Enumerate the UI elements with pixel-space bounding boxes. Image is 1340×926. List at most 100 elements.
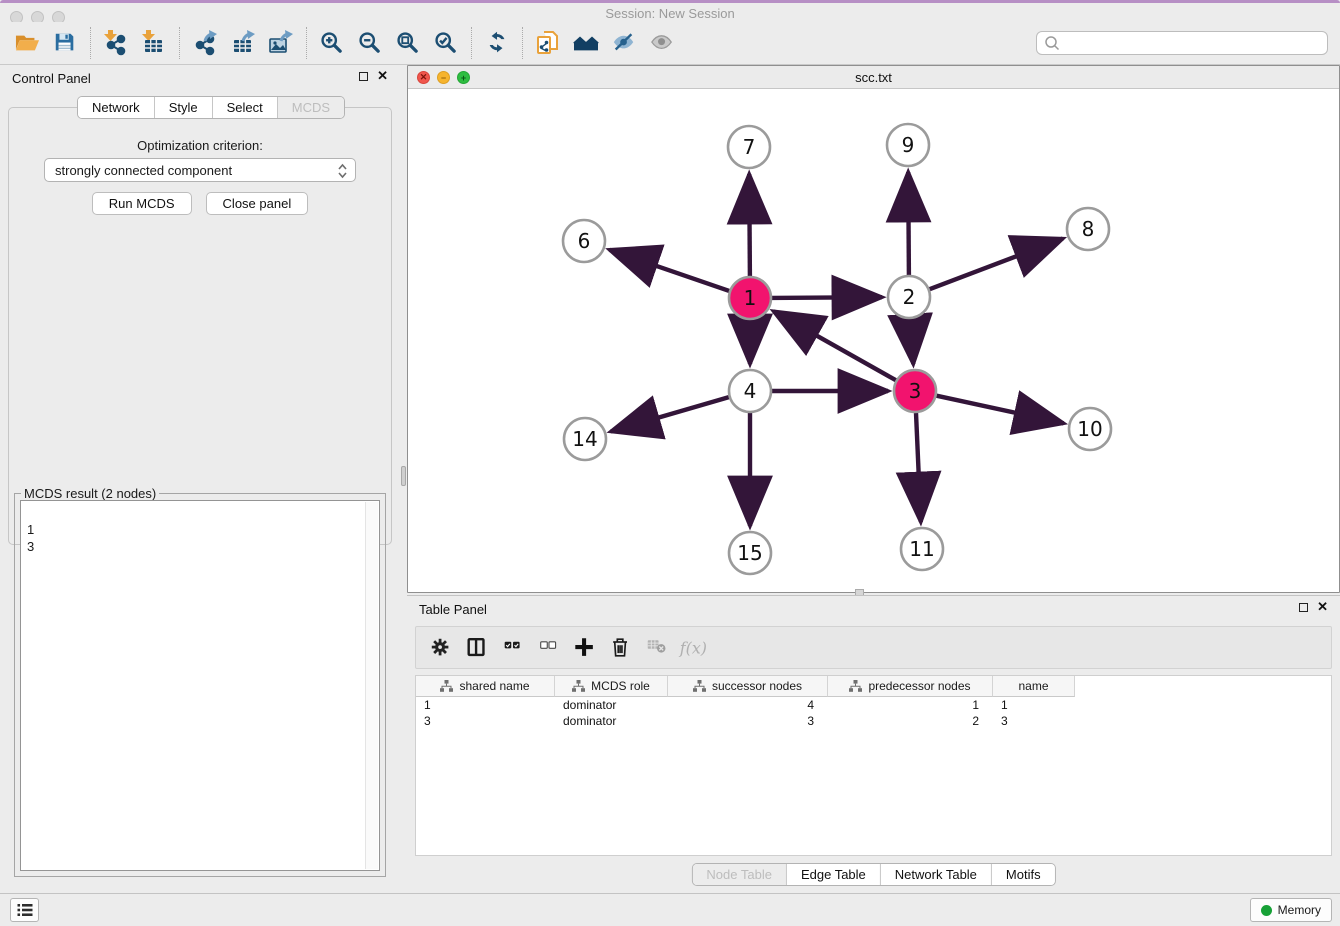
- edge-4-14[interactable]: [611, 397, 729, 431]
- svg-text:6: 6: [578, 229, 591, 253]
- table-tabs: Node TableEdge TableNetwork TableMotifs: [691, 863, 1055, 886]
- edge-1-2[interactable]: [772, 297, 882, 298]
- column-header-predecessor-nodes[interactable]: predecessor nodes: [828, 676, 993, 697]
- zoom-in-icon[interactable]: [313, 25, 351, 61]
- mcds-result-text[interactable]: 13: [20, 500, 380, 871]
- node-8[interactable]: 8: [1067, 208, 1109, 250]
- node-11[interactable]: 11: [901, 528, 943, 570]
- zoom-fit-icon[interactable]: [389, 25, 427, 61]
- table-cell: 3: [993, 713, 1075, 729]
- float-panel-icon[interactable]: [359, 72, 368, 81]
- close-panel-icon[interactable]: ✕: [377, 70, 388, 82]
- import-network-icon[interactable]: [97, 25, 135, 61]
- node-2[interactable]: 2: [888, 276, 930, 318]
- result-scrollbar[interactable]: [365, 502, 378, 869]
- svg-text:14: 14: [572, 427, 597, 451]
- close-panel-button[interactable]: Close panel: [206, 192, 309, 215]
- edge-2-3[interactable]: [910, 319, 913, 364]
- open-icon[interactable]: [8, 25, 46, 61]
- window-title: Session: New Session: [0, 6, 1340, 21]
- memory-button[interactable]: Memory: [1250, 898, 1332, 922]
- import-table-icon[interactable]: [135, 25, 173, 61]
- tab-mcds[interactable]: MCDS: [277, 97, 344, 118]
- criterion-select[interactable]: strongly connected component: [44, 158, 356, 182]
- svg-text:2: 2: [903, 285, 916, 309]
- refresh-icon[interactable]: [478, 25, 516, 61]
- add-icon[interactable]: [570, 633, 600, 663]
- node-table: shared nameMCDS rolesuccessor nodesprede…: [415, 675, 1332, 856]
- run-mcds-button[interactable]: Run MCDS: [92, 192, 192, 215]
- toolbar-separator: [471, 27, 472, 59]
- tab-select[interactable]: Select: [212, 97, 277, 118]
- search-input[interactable]: [1062, 33, 1327, 53]
- svg-text:9: 9: [902, 133, 915, 157]
- select-all-icon[interactable]: [498, 633, 528, 663]
- houses-icon[interactable]: [567, 25, 605, 61]
- tab-edge-table[interactable]: Edge Table: [786, 864, 880, 885]
- svg-text:11: 11: [909, 537, 934, 561]
- optimization-criterion-label: Optimization criterion:: [0, 138, 400, 153]
- node-14[interactable]: 14: [564, 418, 606, 460]
- edge-3-1[interactable]: [774, 311, 896, 380]
- node-4[interactable]: 4: [729, 370, 771, 412]
- mcds-result-group: MCDS result (2 nodes) 13: [14, 493, 386, 877]
- node-9[interactable]: 9: [887, 124, 929, 166]
- gear-icon[interactable]: [426, 633, 456, 663]
- deselect-all-icon[interactable]: [534, 633, 564, 663]
- table-panel-title: Table Panel: [419, 602, 487, 617]
- tab-style[interactable]: Style: [154, 97, 212, 118]
- edge-3-11[interactable]: [916, 413, 921, 522]
- network-graph[interactable]: 7 9 6 8 1 2 4 3 14 10 15 11: [408, 89, 1339, 593]
- edge-1-6[interactable]: [610, 250, 730, 291]
- network-window-titlebar[interactable]: ✕ − + scc.txt: [408, 66, 1339, 89]
- eye-slash-icon[interactable]: [605, 25, 643, 61]
- vertical-splitter-handle[interactable]: [401, 466, 406, 486]
- eye-icon[interactable]: [643, 25, 681, 61]
- table-cell: 3: [668, 713, 828, 729]
- zoom-out-icon[interactable]: [351, 25, 389, 61]
- edge-2-8[interactable]: [930, 239, 1063, 290]
- node-15[interactable]: 15: [729, 532, 771, 574]
- clone-network-icon[interactable]: [529, 25, 567, 61]
- table-cell: 1: [828, 697, 993, 713]
- table-toolbar: f(x): [415, 626, 1332, 669]
- memory-status-icon: [1261, 905, 1272, 916]
- node-1[interactable]: 1: [729, 277, 771, 319]
- columns-icon[interactable]: [462, 633, 492, 663]
- column-header-successor-nodes[interactable]: successor nodes: [668, 676, 828, 697]
- tab-node-table[interactable]: Node Table: [692, 864, 786, 885]
- node-7[interactable]: 7: [728, 126, 770, 168]
- column-header-MCDS-role[interactable]: MCDS role: [555, 676, 668, 697]
- export-table-icon[interactable]: [224, 25, 262, 61]
- table-float-panel-icon[interactable]: [1299, 603, 1308, 612]
- column-header-shared-name[interactable]: shared name: [416, 676, 555, 697]
- trash-icon[interactable]: [606, 633, 636, 663]
- delete-table-icon[interactable]: [642, 633, 672, 663]
- export-image-icon[interactable]: [262, 25, 300, 61]
- tab-motifs[interactable]: Motifs: [991, 864, 1055, 885]
- toolbar-separator: [179, 27, 180, 59]
- tab-network-table[interactable]: Network Table: [880, 864, 991, 885]
- edge-3-10[interactable]: [937, 396, 1064, 424]
- network-canvas[interactable]: 7 9 6 8 1 2 4 3 14 10 15 11: [408, 89, 1339, 592]
- tab-network[interactable]: Network: [78, 97, 154, 118]
- criterion-value: strongly connected component: [55, 163, 232, 178]
- control-panel-header: Control Panel ✕: [0, 65, 400, 91]
- node-3[interactable]: 3: [894, 370, 936, 412]
- export-network-icon[interactable]: [186, 25, 224, 61]
- table-row[interactable]: 3dominator323: [416, 713, 1331, 729]
- save-icon[interactable]: [46, 25, 84, 61]
- node-6[interactable]: 6: [563, 220, 605, 262]
- fx-icon[interactable]: f(x): [678, 633, 708, 663]
- task-history-button[interactable]: [10, 898, 39, 922]
- column-header-name[interactable]: name: [993, 676, 1075, 697]
- table-cell: 1: [993, 697, 1075, 713]
- table-header-row: shared nameMCDS rolesuccessor nodesprede…: [416, 676, 1331, 697]
- table-row[interactable]: 1dominator411: [416, 697, 1331, 713]
- edge-1-7[interactable]: [749, 174, 750, 276]
- table-close-panel-icon[interactable]: ✕: [1317, 601, 1328, 613]
- zoom-selected-icon[interactable]: [427, 25, 465, 61]
- table-cell: dominator: [555, 697, 668, 713]
- node-10[interactable]: 10: [1069, 408, 1111, 450]
- edge-2-9[interactable]: [908, 172, 909, 275]
